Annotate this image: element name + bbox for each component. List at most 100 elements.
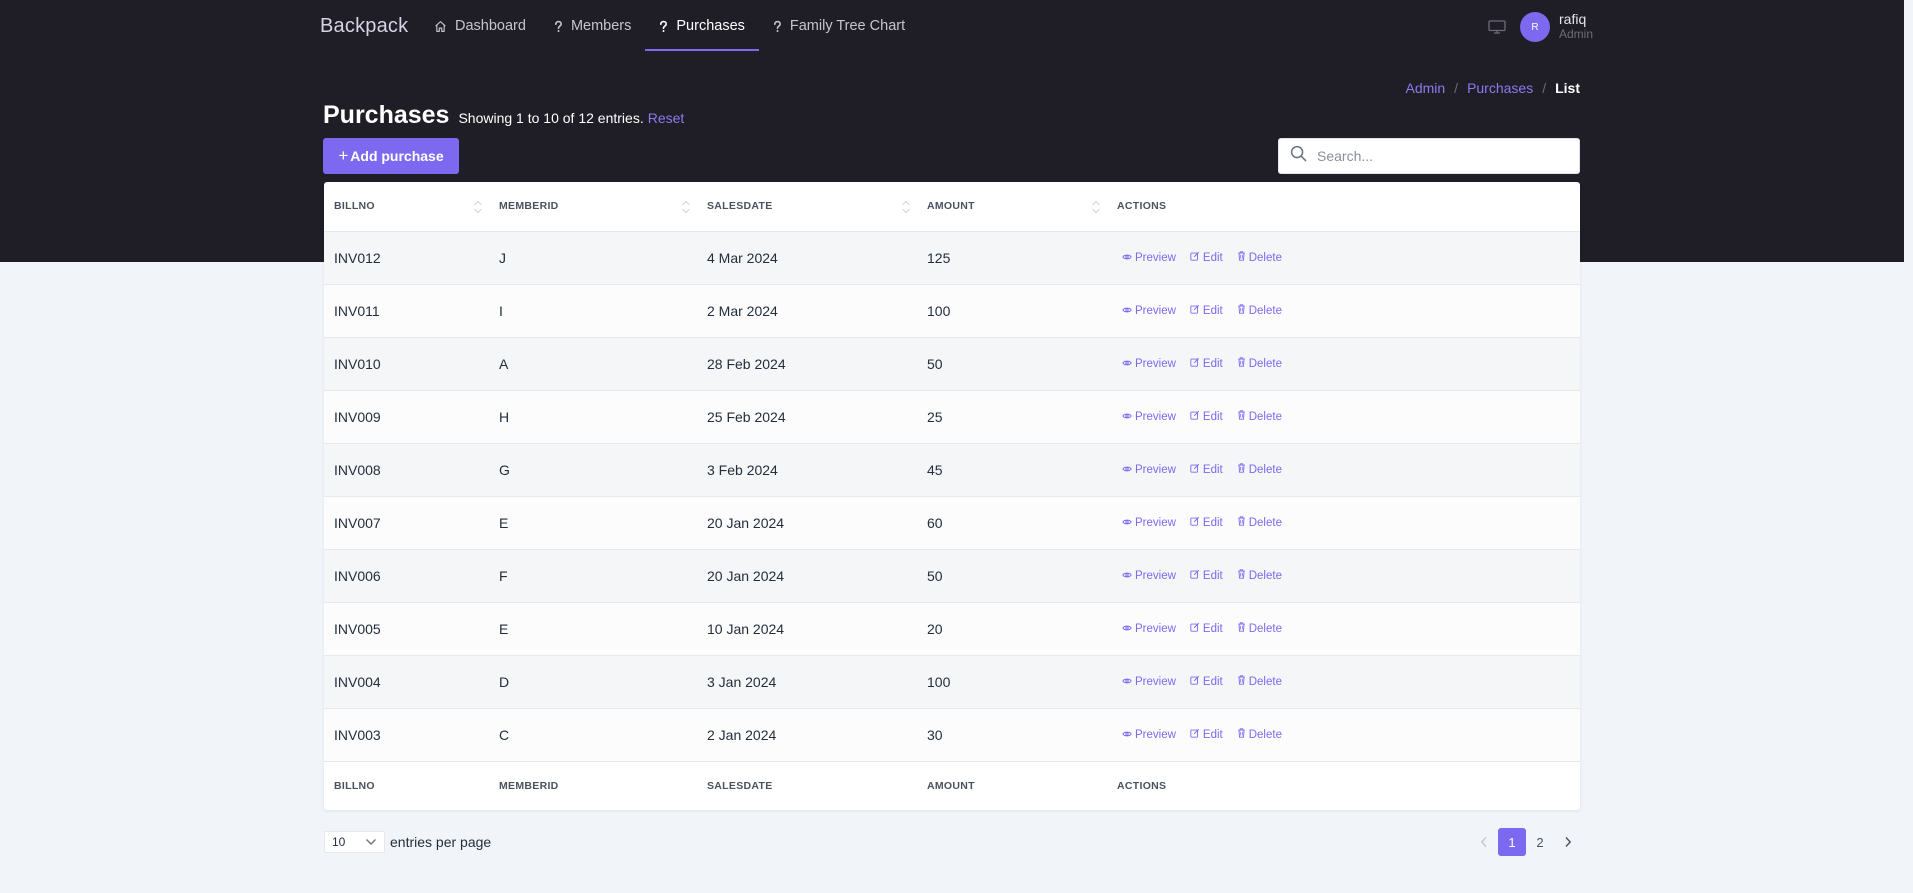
column-header-memberid[interactable]: MemberID <box>489 182 697 231</box>
delete-label: Delete <box>1248 410 1282 423</box>
column-footer-billno: Billno <box>334 779 375 792</box>
page-title: Purchases <box>323 101 450 129</box>
column-header-salesdate[interactable]: SalesDate <box>697 182 917 231</box>
eye-icon <box>1122 517 1135 529</box>
column-header-billno[interactable]: Billno <box>324 182 489 231</box>
edit-button[interactable]: Edit <box>1190 675 1223 688</box>
eye-icon <box>1122 464 1135 476</box>
add-purchase-button[interactable]: + Add purchase <box>323 138 459 174</box>
table-row: INV008 G 3 Feb 2024 45 Preview Edit Delete <box>324 442 1580 496</box>
delete-button[interactable]: Delete <box>1237 463 1282 476</box>
nav-item-purchases[interactable]: Purchases <box>645 0 759 52</box>
cell-actions: Preview Edit Delete <box>1107 389 1580 443</box>
cell-actions: Preview Edit Delete <box>1107 654 1580 708</box>
monitor-icon[interactable] <box>1488 20 1506 34</box>
nav-item-dashboard[interactable]: Dashboard <box>420 0 540 52</box>
preview-button[interactable]: Preview <box>1122 305 1176 317</box>
brand-logo[interactable]: Backpack <box>320 15 408 38</box>
delete-button[interactable]: Delete <box>1237 251 1282 264</box>
per-page-value: 10 <box>332 835 346 849</box>
edit-button[interactable]: Edit <box>1190 304 1223 317</box>
sort-icon[interactable] <box>901 199 911 215</box>
preview-label: Preview <box>1135 728 1176 741</box>
cell-salesdate: 20 Jan 2024 <box>697 548 917 602</box>
edit-button[interactable]: Edit <box>1190 357 1223 370</box>
edit-button[interactable]: Edit <box>1190 410 1223 423</box>
edit-label: Edit <box>1202 304 1223 317</box>
delete-button[interactable]: Delete <box>1237 622 1282 635</box>
breadcrumb-admin[interactable]: Admin <box>1405 80 1445 96</box>
delete-button[interactable]: Delete <box>1237 569 1282 582</box>
column-header-label: SalesDate <box>707 200 773 213</box>
preview-button[interactable]: Preview <box>1122 411 1176 423</box>
entries-per-page: 10 entries per page <box>324 831 491 853</box>
column-header-actions: Actions <box>1107 182 1580 231</box>
previous-page-button[interactable] <box>1470 828 1498 856</box>
preview-button[interactable]: Preview <box>1122 729 1176 741</box>
row-actions: Preview Edit Delete <box>1117 728 1580 741</box>
cell-salesdate: 28 Feb 2024 <box>697 336 917 390</box>
sort-icon[interactable] <box>473 199 483 215</box>
preview-label: Preview <box>1135 410 1176 423</box>
preview-button[interactable]: Preview <box>1122 252 1176 264</box>
search-input[interactable] <box>1317 148 1557 164</box>
edit-button[interactable]: Edit <box>1190 569 1223 582</box>
edit-button[interactable]: Edit <box>1190 622 1223 635</box>
breadcrumb-separator: / <box>1542 80 1547 96</box>
row-actions: Preview Edit Delete <box>1117 410 1580 423</box>
preview-button[interactable]: Preview <box>1122 570 1176 582</box>
edit-button[interactable]: Edit <box>1190 463 1223 476</box>
edit-label: Edit <box>1202 463 1223 476</box>
preview-button[interactable]: Preview <box>1122 676 1176 688</box>
page-2-button[interactable]: 2 <box>1526 828 1554 856</box>
sort-icon[interactable] <box>1091 199 1101 215</box>
trash-icon <box>1237 357 1249 370</box>
preview-label: Preview <box>1135 357 1176 370</box>
sort-icon[interactable] <box>681 199 691 215</box>
table-row: INV004 D 3 Jan 2024 100 Preview Edit Delete <box>324 654 1580 708</box>
entries-summary: Showing 1 to 10 of 12 entries. <box>458 110 644 126</box>
delete-button[interactable]: Delete <box>1237 728 1282 741</box>
preview-button[interactable]: Preview <box>1122 517 1176 529</box>
delete-button[interactable]: Delete <box>1237 675 1282 688</box>
delete-button[interactable]: Delete <box>1237 357 1282 370</box>
breadcrumb-purchases[interactable]: Purchases <box>1467 80 1533 96</box>
search-box[interactable] <box>1278 138 1580 174</box>
column-header-amount[interactable]: Amount <box>917 182 1107 231</box>
delete-button[interactable]: Delete <box>1237 304 1282 317</box>
cell-memberid: D <box>489 654 697 708</box>
cell-billno: INV011 <box>324 283 489 337</box>
delete-label: Delete <box>1248 569 1282 582</box>
scrollbar-track[interactable] <box>1904 0 1913 893</box>
user-menu[interactable]: R rafiq Admin <box>1488 10 1593 44</box>
edit-button[interactable]: Edit <box>1190 728 1223 741</box>
edit-label: Edit <box>1202 622 1223 635</box>
delete-button[interactable]: Delete <box>1237 410 1282 423</box>
edit-icon <box>1190 410 1203 423</box>
avatar[interactable]: R <box>1520 12 1550 42</box>
preview-button[interactable]: Preview <box>1122 464 1176 476</box>
column-footer-amount: Amount <box>927 779 975 792</box>
question-icon <box>659 20 668 33</box>
reset-link[interactable]: Reset <box>648 110 685 126</box>
page-1-button[interactable]: 1 <box>1498 828 1526 856</box>
per-page-select[interactable]: 10 <box>324 831 385 853</box>
next-page-button[interactable] <box>1554 828 1582 856</box>
preview-button[interactable]: Preview <box>1122 623 1176 635</box>
cell-memberid: C <box>489 707 697 761</box>
edit-button[interactable]: Edit <box>1190 516 1223 529</box>
delete-label: Delete <box>1248 622 1282 635</box>
cell-billno: INV008 <box>324 442 489 496</box>
nav-item-family-tree-chart[interactable]: Family Tree Chart <box>759 0 919 52</box>
per-page-label: entries per page <box>390 834 492 850</box>
table-row: INV005 E 10 Jan 2024 20 Preview Edit Delete <box>324 601 1580 655</box>
edit-button[interactable]: Edit <box>1190 251 1223 264</box>
delete-button[interactable]: Delete <box>1237 516 1282 529</box>
cell-amount: 100 <box>917 283 1107 337</box>
edit-icon <box>1190 569 1203 582</box>
preview-button[interactable]: Preview <box>1122 358 1176 370</box>
nav-item-members[interactable]: Members <box>540 0 645 52</box>
cell-amount: 25 <box>917 389 1107 443</box>
top-navbar: Backpack Dashboard Members Purchases Fam… <box>0 0 1904 52</box>
trash-icon <box>1237 463 1249 476</box>
